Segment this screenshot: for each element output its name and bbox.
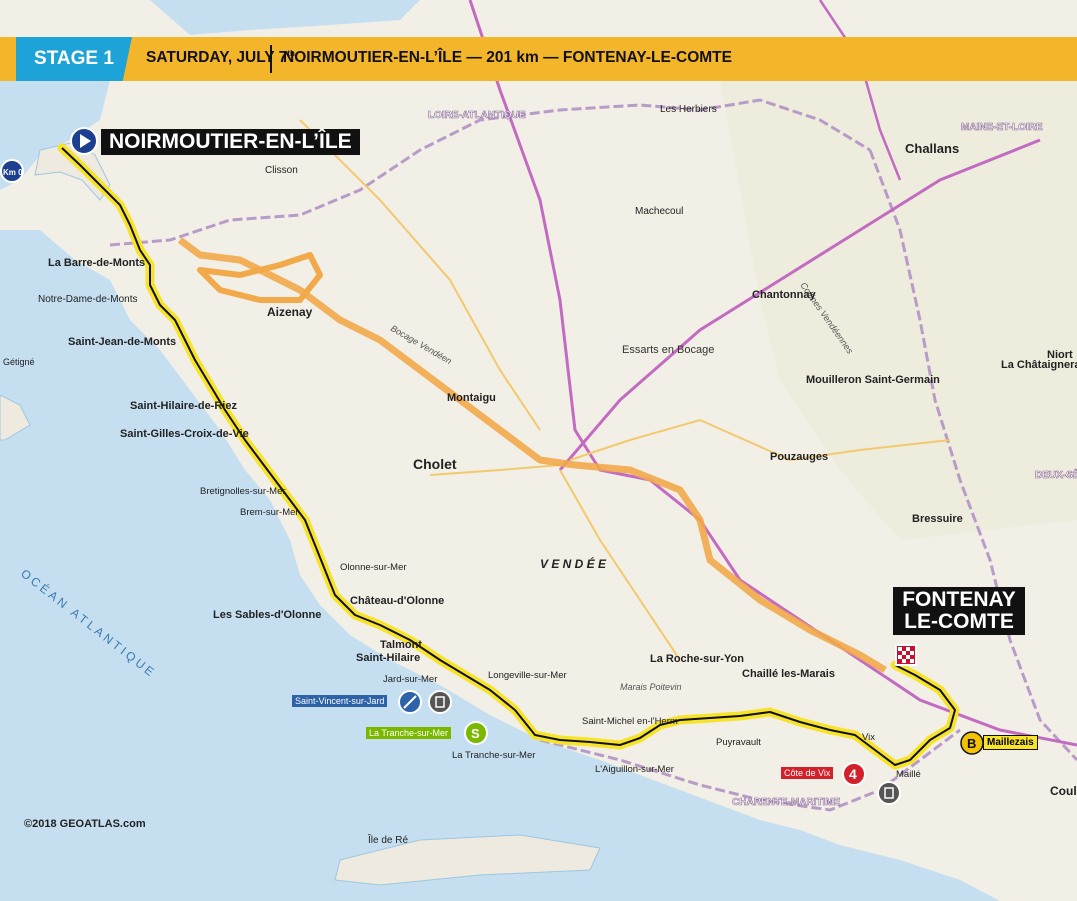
waste-bin-icon-2 (877, 781, 901, 805)
climb-label: Côte de Vix (781, 767, 834, 779)
town-chataigneraie: Bressuire (912, 513, 963, 525)
town-chantonnay: Pouzauges (770, 451, 828, 463)
town-clisson: Les Herbiers (660, 104, 717, 115)
town-chateau-olonne: Château-d'Olonne (350, 595, 444, 607)
town-luçon: La Roche-sur-Yon (650, 653, 744, 665)
town-longeville: Longeville-sur-Mer (488, 670, 567, 681)
bonus-label: Maillezais (983, 735, 1038, 750)
town-montaigu: Machecoul (635, 206, 683, 217)
copyright: ©2018 GEOATLAS.com (24, 818, 146, 830)
essarts-label: Essarts en Bocage (622, 344, 714, 356)
km0-text: Km 0 (3, 168, 23, 177)
climb-cat: 4 (849, 766, 857, 782)
town-st-hilaire: Saint-Hilaire (356, 652, 420, 664)
sprint-letter: S (471, 726, 480, 741)
header-separator (270, 45, 272, 73)
region-deux-sevres: DEUX-SÈVRES (1035, 468, 1077, 481)
town-talmont: Talmont (380, 639, 422, 651)
road-d763 (299, 119, 541, 431)
stage-header: STAGE 1 SATURDAY, JULY 7th NOIRMOUTIER-E… (0, 37, 1077, 81)
town-st-jean: Saint-Jean-de-Monts (68, 336, 176, 348)
town-notre-dame: Notre-Dame-de-Monts (38, 294, 137, 305)
town-aizenay: Montaigu (447, 392, 496, 404)
bonus-letter: B (967, 736, 976, 751)
town-bressuire: Niort (1047, 349, 1073, 361)
bocage-label: Bocage Vendéen (389, 323, 454, 366)
town-st-hilaire-riez: Saint-Hilaire-de-Riez (130, 400, 237, 412)
stage-route: NOIRMOUTIER-EN-L’ÎLE — 201 km — FONTENAY… (283, 49, 732, 66)
town-barre: La Barre-de-Monts (48, 257, 145, 269)
region-charente: CHARENTE-MARITIME (732, 797, 841, 808)
town-machecoul: Clisson (265, 165, 298, 176)
town-roche: Cholet (413, 456, 457, 472)
marais-label: Marais Poitevin (620, 682, 682, 692)
stage-number: STAGE 1 (16, 37, 132, 81)
town-puyravault: Puyravault (716, 737, 761, 748)
town-ile-de-re: Île de Ré (367, 833, 408, 846)
start-label: NOIRMOUTIER-EN-L’ÎLE (101, 129, 360, 155)
town-aiguillon: L'Aiguillon-sur-Mer (595, 764, 674, 775)
town-brem: Brem-sur-Mer (240, 507, 299, 518)
town-maille: Maillé (896, 769, 921, 780)
town-challans: Aizenay (267, 305, 313, 319)
region-loire-atlantique: LOIRE-ATLANTIQUE (428, 110, 526, 121)
stage-date: SATURDAY, JULY 7th (146, 49, 295, 67)
finish-label: FONTENAY LE-COMTE (893, 587, 1025, 635)
town-st-michel: Saint-Michel en-l'Herm (582, 716, 678, 727)
sprint-label: La Tranche-sur-Mer (366, 727, 452, 739)
town-pouzauges: Mouilleron Saint-Germain (806, 374, 940, 386)
waste-bin-icon (428, 690, 452, 714)
town-cholet: Challans (905, 141, 959, 156)
town-chaille: Chaillé les-Marais (742, 668, 835, 680)
town-bretignolles: Bretignolles-sur-Mer (200, 486, 286, 497)
town-portjoinville: Gétigné (3, 357, 35, 367)
town-jard: Jard-sur-Mer (383, 674, 437, 685)
noirmoutier-island (34, 141, 111, 201)
town-sables: Les Sables-d'Olonne (213, 609, 321, 621)
region-maine-et-loire: MAINE-ET-LOIRE (961, 122, 1043, 133)
town-vix: Vix (862, 732, 875, 743)
town-niort: Coulon (1050, 784, 1077, 798)
loire-estuary (150, 0, 420, 35)
region-vendee: V E N D É E (540, 556, 607, 571)
feed-label: Saint-Vincent-sur-Jard (292, 695, 388, 707)
town-st-gilles: Saint-Gilles-Croix-de-Vie (120, 428, 249, 440)
town-olonne: Olonne-sur-Mer (340, 562, 407, 573)
town-herbiers: Chantonnay (752, 289, 816, 301)
town-tranche: La Tranche-sur-Mer (452, 750, 535, 761)
